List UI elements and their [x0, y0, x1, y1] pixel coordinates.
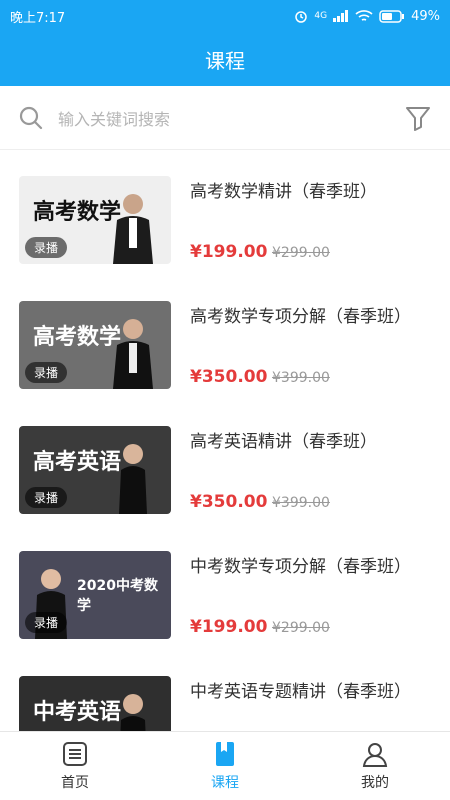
- thumbnail-title: 中考英语: [33, 700, 122, 725]
- search-bar[interactable]: 输入关键词搜索: [0, 86, 450, 150]
- course-price: ¥199.00: [190, 617, 268, 637]
- course-list: 高考数学 录播 高考数学精讲（春季班） ¥199.00 ¥299.00 高考数学…: [0, 150, 450, 731]
- teacher-image: [119, 444, 147, 514]
- course-thumbnail[interactable]: 2020中考数学 录播: [19, 551, 171, 639]
- course-price: ¥350.00: [190, 492, 268, 512]
- battery-level: 49%: [411, 8, 440, 24]
- teacher-image: [120, 694, 146, 731]
- course-item[interactable]: 高考数学 录播 高考数学精讲（春季班） ¥199.00 ¥299.00: [0, 150, 450, 275]
- recorded-badge: 录播: [25, 237, 68, 258]
- network-label: 4G: [314, 11, 328, 21]
- tab-label: 课程: [211, 775, 239, 791]
- recorded-badge: 录播: [25, 612, 68, 633]
- tab-label: 首页: [61, 775, 89, 791]
- teacher-image: [113, 194, 153, 264]
- recorded-badge: 录播: [25, 362, 68, 383]
- course-original-price: ¥399.00: [272, 495, 330, 511]
- course-title[interactable]: 中考英语专题精讲（春季班）: [190, 677, 411, 702]
- recorded-badge: 录播: [25, 487, 68, 508]
- course-original-price: ¥299.00: [272, 620, 330, 636]
- course-original-price: ¥299.00: [272, 245, 330, 261]
- course-item[interactable]: 2020中考数学 录播 中考数学专项分解（春季班） ¥199.00 ¥299.0…: [0, 525, 450, 650]
- course-item[interactable]: 高考数学 录播 高考数学专项分解（春季班） ¥350.00 ¥399.00: [0, 275, 450, 400]
- thumbnail-title: 高考数学: [33, 200, 122, 225]
- tab-home[interactable]: 首页: [0, 732, 150, 800]
- home-list-icon: [63, 742, 87, 766]
- course-thumbnail[interactable]: 高考数学 录播: [19, 176, 171, 264]
- tab-label: 我的: [361, 775, 389, 791]
- user-icon: [362, 743, 388, 767]
- alarm-icon: [295, 11, 308, 23]
- filter-icon[interactable]: [404, 104, 432, 132]
- course-title[interactable]: 中考数学专项分解（春季班）: [190, 552, 411, 577]
- teacher-image: [113, 319, 153, 389]
- course-title[interactable]: 高考英语精讲（春季班）: [190, 427, 377, 452]
- status-icons: 4G 49%: [294, 9, 440, 24]
- course-original-price: ¥399.00: [272, 370, 330, 386]
- book-icon: [216, 742, 234, 766]
- bottom-tab-bar: 首页 课程 我的: [0, 731, 450, 800]
- signal-icon: [333, 10, 349, 22]
- course-thumbnail[interactable]: 高考英语 录播: [19, 426, 171, 514]
- wifi-icon: [355, 10, 373, 21]
- search-input[interactable]: 输入关键词搜索: [58, 106, 404, 130]
- thumbnail-title: 高考数学: [33, 325, 122, 350]
- status-bar: 晚上7:17 4G 49%: [0, 0, 450, 32]
- course-price: ¥350.00: [190, 367, 268, 387]
- course-thumbnail[interactable]: 中考英语 录播: [19, 676, 171, 731]
- tab-mine[interactable]: 我的: [300, 732, 450, 800]
- course-price: ¥199.00: [190, 242, 268, 262]
- course-item[interactable]: 高考英语 录播 高考英语精讲（春季班） ¥350.00 ¥399.00: [0, 400, 450, 525]
- tab-courses[interactable]: 课程: [150, 732, 300, 800]
- app-bar: 课程: [0, 32, 450, 86]
- thumbnail-title: 高考英语: [33, 450, 122, 475]
- course-item[interactable]: 中考英语 录播 中考英语专题精讲（春季班）: [0, 650, 450, 731]
- course-thumbnail[interactable]: 高考数学 录播: [19, 301, 171, 389]
- course-title[interactable]: 高考数学精讲（春季班）: [190, 177, 377, 202]
- status-time: 晚上7:17: [10, 10, 66, 26]
- battery-icon: [379, 9, 405, 23]
- page-title: 课程: [205, 48, 245, 73]
- course-title[interactable]: 高考数学专项分解（春季班）: [190, 302, 411, 327]
- thumbnail-title: 2020中考数学: [77, 578, 158, 614]
- search-icon[interactable]: [18, 105, 44, 131]
